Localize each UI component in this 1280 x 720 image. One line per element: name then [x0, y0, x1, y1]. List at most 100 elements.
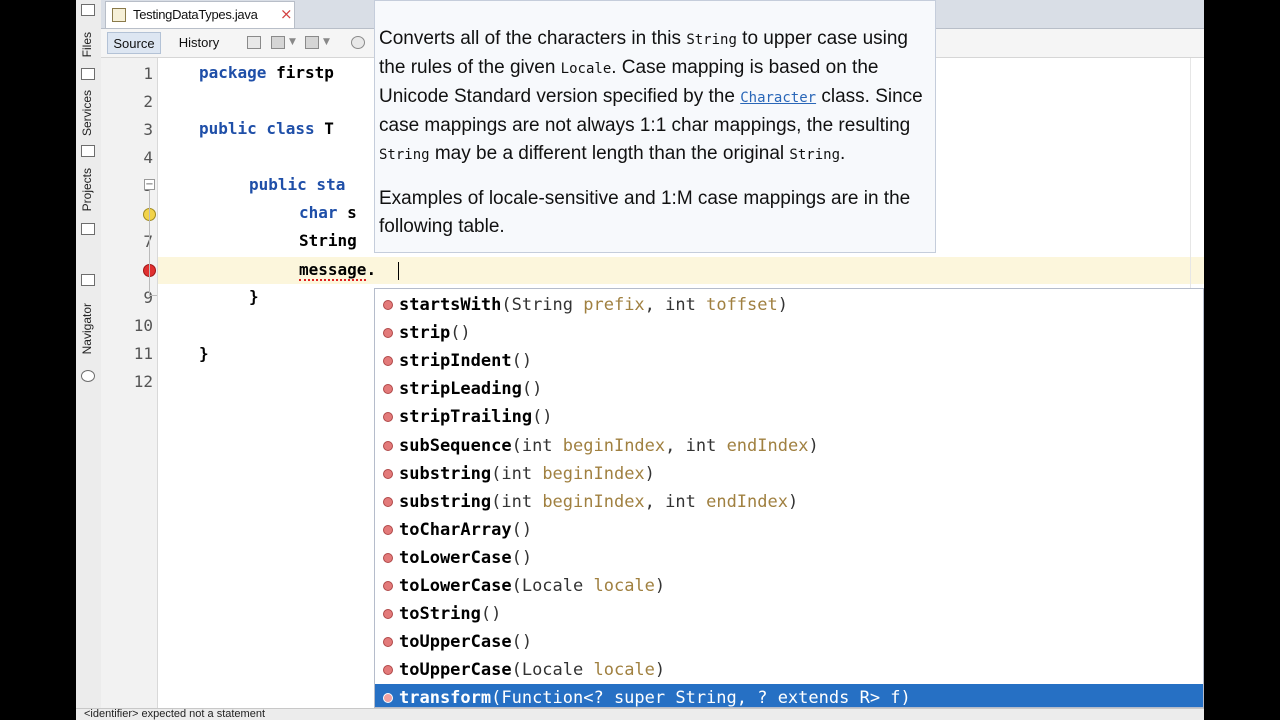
code-line-6: char s — [299, 203, 357, 222]
method-icon — [383, 468, 393, 479]
method-params: , int — [644, 491, 707, 512]
tab-label: TestingDataTypes.java — [133, 7, 258, 22]
method-name: startsWith — [399, 295, 502, 315]
method-name: transform — [399, 688, 492, 708]
completion-item[interactable]: toUpperCase() — [375, 628, 1203, 656]
restore-window-icon[interactable] — [81, 274, 95, 286]
method-params: ) — [808, 435, 819, 456]
ide-window: Files Services Projects Navigator Testin… — [76, 0, 1204, 720]
method-icon — [383, 552, 393, 563]
method-params: , int — [644, 295, 707, 315]
completion-signature: toLowerCase(Locale locale) — [399, 572, 665, 600]
method-params: ) — [777, 295, 788, 315]
side-toolstrip: Files Services Projects Navigator — [76, 0, 102, 720]
navigator-icon — [81, 370, 95, 382]
line-number: 7 — [113, 232, 153, 251]
code-line-5: public sta — [249, 175, 346, 194]
code-completion-list[interactable]: startsWith(String prefix, int toffset) st… — [374, 288, 1204, 708]
completion-item[interactable]: toUpperCase(Locale locale) — [375, 656, 1203, 684]
method-icon — [383, 300, 393, 310]
completion-signature: substring(int beginIndex, int endIndex) — [399, 488, 798, 516]
method-name: toLowerCase — [399, 547, 512, 568]
completion-item[interactable]: subSequence(int beginIndex, int endIndex… — [375, 432, 1203, 460]
services-icon — [81, 145, 95, 157]
javadoc-popup[interactable]: Converts all of the characters in this S… — [374, 0, 936, 253]
completion-signature: stripIndent() — [399, 347, 532, 375]
method-params: ) — [644, 463, 655, 484]
method-icon — [383, 609, 393, 620]
completion-item[interactable]: toString() — [375, 600, 1203, 628]
method-name: stripTrailing — [399, 407, 533, 428]
method-params: (int — [511, 435, 563, 456]
completion-item[interactable]: toLowerCase(Locale locale) — [375, 572, 1203, 600]
chevron-down-icon[interactable]: ▼ — [289, 37, 296, 47]
method-params: (Function<? super String, ? extends R> f… — [491, 688, 911, 708]
completion-signature: toCharArray() — [399, 516, 532, 544]
message-identifier: message — [299, 260, 367, 281]
method-name: substring — [399, 463, 492, 484]
method-icon — [383, 637, 393, 648]
navigator-tab[interactable]: Navigator — [80, 303, 94, 354]
chevron-down-icon[interactable]: ▼ — [323, 37, 330, 47]
completion-item[interactable]: toLowerCase() — [375, 544, 1203, 572]
completion-signature: stripLeading() — [399, 375, 542, 403]
back-icon[interactable] — [271, 36, 285, 49]
line-number: 1 — [143, 64, 153, 83]
method-params: () — [511, 547, 533, 568]
method-icon — [383, 693, 393, 704]
tab-testingdatatypes[interactable]: TestingDataTypes.java × — [105, 1, 295, 28]
search-icon[interactable] — [351, 36, 365, 49]
completion-item[interactable]: substring(int beginIndex) — [375, 460, 1203, 488]
method-params: (int — [491, 491, 543, 512]
forward-icon[interactable] — [305, 36, 319, 49]
projects-tab[interactable]: Projects — [80, 168, 94, 211]
completion-signature: subSequence(int beginIndex, int endIndex… — [399, 432, 819, 460]
completion-item[interactable]: strip() — [375, 319, 1203, 347]
param-name: beginIndex — [542, 491, 645, 512]
status-message: <identifier> expected not a statement — [84, 708, 266, 720]
completion-item[interactable]: stripTrailing() — [375, 403, 1203, 431]
code-line-11: } — [199, 344, 209, 363]
completion-signature: strip() — [399, 319, 471, 347]
restore-icon[interactable] — [81, 4, 95, 16]
fold-guide — [149, 191, 150, 295]
completion-signature: transform(Function<? super String, ? ext… — [399, 684, 911, 708]
fold-toggle-icon[interactable]: − — [144, 179, 155, 190]
code-line-7: String — [299, 231, 357, 250]
line-number: 3 — [143, 120, 153, 139]
line-number: 10 — [133, 316, 153, 335]
character-link[interactable]: Character — [740, 90, 816, 106]
completion-item[interactable]: substring(int beginIndex, int endIndex) — [375, 488, 1203, 516]
java-file-icon — [112, 8, 126, 22]
services-tab[interactable]: Services — [80, 90, 94, 136]
completion-signature: toString() — [399, 600, 501, 628]
method-icon — [383, 328, 393, 339]
method-params: () — [511, 519, 533, 540]
method-icon — [383, 524, 393, 535]
source-button[interactable]: Source — [107, 32, 161, 54]
method-params: (Locale — [511, 660, 594, 681]
line-number: 2 — [143, 92, 153, 111]
completion-signature: toUpperCase(Locale locale) — [399, 656, 665, 684]
close-icon[interactable]: × — [280, 5, 293, 23]
completion-signature: toUpperCase() — [399, 628, 532, 656]
history-button[interactable]: History — [171, 32, 227, 54]
completion-signature: startsWith(String prefix, int toffset) — [399, 291, 788, 319]
completion-signature: toLowerCase() — [399, 544, 532, 572]
completion-item[interactable]: transform(Function<? super String, ? ext… — [375, 684, 1203, 708]
code-line-9: } — [249, 287, 259, 306]
method-name: toString — [399, 604, 481, 625]
completion-item[interactable]: startsWith(String prefix, int toffset) — [375, 291, 1203, 319]
completion-item[interactable]: stripLeading() — [375, 375, 1203, 403]
files-tab[interactable]: Files — [80, 32, 94, 57]
javadoc-paragraph: Converts all of the characters in this S… — [379, 28, 923, 164]
files-icon — [81, 68, 95, 80]
line-number: 4 — [143, 148, 153, 167]
completion-item[interactable]: toCharArray() — [375, 516, 1203, 544]
completion-item[interactable]: stripIndent() — [375, 347, 1203, 375]
method-params: ) — [654, 660, 666, 681]
letterbox-left — [0, 0, 76, 720]
last-edit-icon[interactable] — [247, 36, 261, 49]
method-icon — [383, 581, 393, 591]
method-icon — [383, 412, 393, 423]
